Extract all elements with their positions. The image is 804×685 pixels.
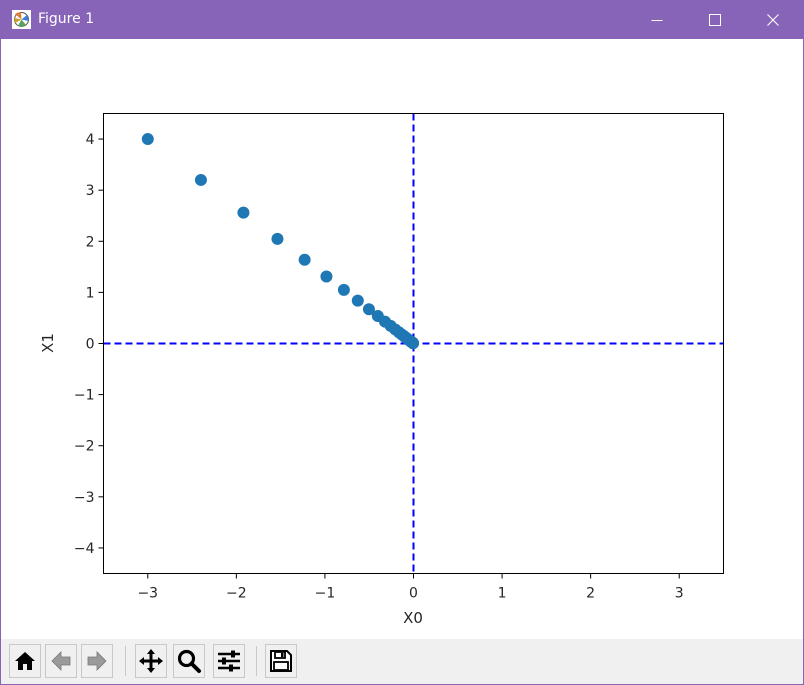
- scatter-plot: −3 −2 −1 0 1 2 3 −4 −3 −2 −1 0 1 2 3 4 X0 X1: [39, 113, 724, 627]
- toolbar-separator: [256, 646, 257, 676]
- scatter-point: [298, 253, 311, 266]
- y-axis-label: X1: [39, 333, 57, 353]
- sliders-icon: [218, 650, 240, 672]
- arrow-right-icon: [87, 651, 107, 671]
- x-axis-label: X0: [403, 609, 423, 627]
- scatter-point: [194, 173, 207, 186]
- y-tick-label: −3: [74, 490, 95, 506]
- title-bar[interactable]: Figure 1: [1, 1, 803, 39]
- scatter-point: [320, 270, 333, 283]
- toolbar-separator: [125, 646, 126, 676]
- x-tick-label: −2: [226, 586, 247, 602]
- scatter-point: [337, 283, 350, 296]
- maximize-icon: [709, 14, 721, 26]
- x-tick-label: 0: [409, 586, 418, 602]
- scatter-point: [141, 133, 154, 146]
- y-tick-label: 0: [86, 337, 95, 353]
- x-tick-label: 1: [498, 586, 507, 602]
- y-tick-label: −1: [74, 388, 95, 404]
- save-icon: [270, 650, 292, 672]
- y-tick-label: −4: [74, 541, 95, 557]
- y-tick-label: 1: [86, 285, 95, 301]
- arrow-left-icon: [51, 651, 71, 671]
- y-tick-label: 3: [86, 183, 95, 199]
- scatter-point: [271, 232, 284, 245]
- back-button[interactable]: [45, 644, 77, 678]
- pan-button[interactable]: [135, 644, 167, 678]
- home-button[interactable]: [9, 644, 41, 678]
- scatter-point: [351, 294, 364, 307]
- minimize-icon: [651, 20, 663, 21]
- magnifier-icon: [177, 649, 201, 673]
- x-tick-label: 2: [586, 586, 595, 602]
- y-tick-label: 4: [86, 132, 95, 148]
- maximize-button[interactable]: [686, 1, 744, 39]
- zoom-button[interactable]: [173, 644, 205, 678]
- figure-window: Figure 1 −3 −2 −1 0 1 2 3 −4 −3 −2 −1 0 1 2 3 4 X0: [0, 0, 804, 685]
- x-tick-label: 3: [675, 586, 684, 602]
- forward-button[interactable]: [81, 644, 113, 678]
- figure-canvas[interactable]: −3 −2 −1 0 1 2 3 −4 −3 −2 −1 0 1 2 3 4 X0 X1: [1, 39, 803, 639]
- scatter-point: [237, 206, 250, 219]
- x-tick-label: −1: [315, 586, 336, 602]
- matplotlib-figure-icon: [12, 10, 31, 29]
- minimize-button[interactable]: [628, 1, 686, 39]
- move-icon: [139, 649, 163, 673]
- window-title: Figure 1: [38, 11, 95, 27]
- y-tick-label: 2: [86, 234, 95, 250]
- navigation-toolbar: [1, 639, 803, 684]
- x-tick-label: −3: [137, 586, 158, 602]
- scatter-point: [407, 337, 420, 350]
- configure-subplots-button[interactable]: [213, 644, 245, 678]
- close-icon: [767, 14, 779, 26]
- save-button[interactable]: [265, 644, 297, 678]
- home-icon: [15, 652, 35, 670]
- y-tick-label: −2: [74, 439, 95, 455]
- close-button[interactable]: [744, 1, 802, 39]
